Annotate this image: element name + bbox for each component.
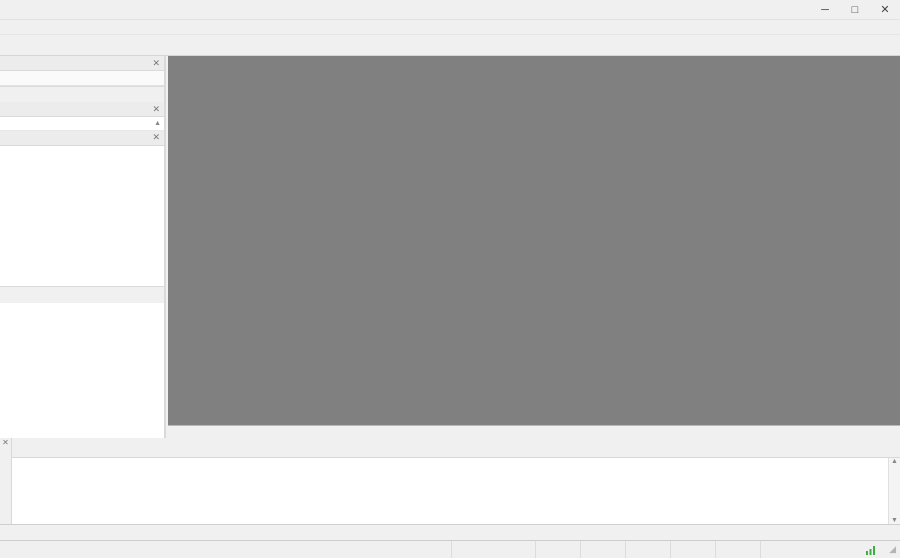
toolbox-panel: ✕ ▲▼ <box>0 438 900 524</box>
close-icon[interactable]: ✕ <box>152 132 160 143</box>
toolbar <box>0 34 900 56</box>
maximize-button[interactable]: □ <box>840 0 870 19</box>
close-icon[interactable]: ✕ <box>0 438 11 448</box>
scroll-up-icon[interactable]: ▲ <box>154 120 164 127</box>
signals-scrollbar[interactable]: ▲▼ <box>888 458 900 524</box>
navigator-panel: ✕ <box>0 131 164 303</box>
minimize-button[interactable]: ─ <box>810 0 840 19</box>
mt5-application: ─ □ ✕ ✕ ✕ ▲ ✕ ✕ <box>0 0 900 558</box>
chart-tab-bar <box>168 425 900 438</box>
signals-tabs <box>12 438 900 458</box>
close-icon[interactable]: ✕ <box>152 58 160 69</box>
menu-bar <box>0 20 900 34</box>
toolbox-bottom-tabs <box>0 524 900 540</box>
chart-workspace <box>168 56 900 425</box>
resize-grip[interactable]: ◢ <box>889 544 896 555</box>
connection-signal-icon <box>865 545 877 555</box>
left-panel-column: ✕ ✕ ▲ ✕ <box>0 56 166 438</box>
status-bar: ◢ <box>0 540 900 558</box>
signals-table <box>12 458 888 524</box>
data-window-panel: ✕ ▲ <box>0 102 164 131</box>
scroll-up-icon[interactable]: ▲ <box>891 458 898 465</box>
close-icon[interactable]: ✕ <box>152 104 160 115</box>
close-button[interactable]: ✕ <box>870 0 900 19</box>
market-watch-panel: ✕ <box>0 56 164 102</box>
title-bar: ─ □ ✕ <box>0 0 900 20</box>
toolbox-side-strip: ✕ <box>0 438 12 524</box>
scroll-down-icon[interactable]: ▼ <box>891 517 898 524</box>
